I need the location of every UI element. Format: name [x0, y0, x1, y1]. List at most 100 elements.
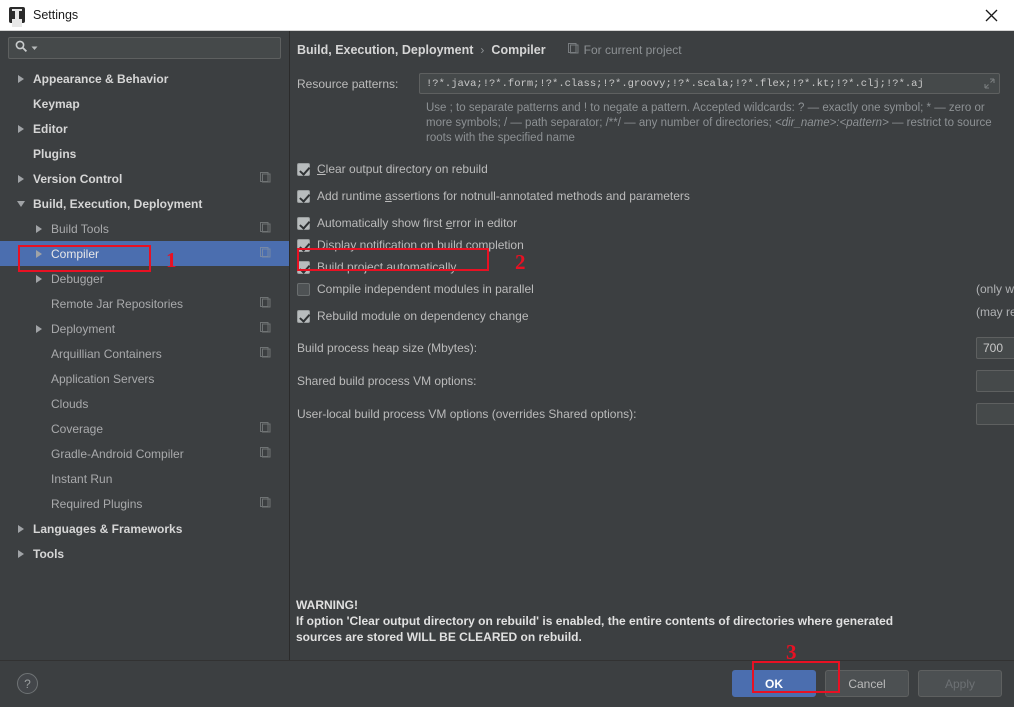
sidebar-item-editor[interactable]: Editor — [0, 116, 289, 141]
sidebar-item-label: Deployment — [51, 321, 116, 336]
sidebar-item-label: Build, Execution, Deployment — [33, 196, 203, 211]
checkbox-row[interactable]: Rebuild module on dependency change — [297, 305, 1000, 327]
sidebar-item-debugger[interactable]: Debugger — [0, 266, 289, 291]
sidebar-item-label: Version Control — [33, 171, 123, 186]
dialog-footer: ? OK Cancel Apply — [0, 660, 1014, 707]
sidebar-item-clouds[interactable]: Clouds — [0, 391, 289, 416]
shared-vm-label: Shared build process VM options: — [297, 374, 477, 388]
sidebar-item-build-tools[interactable]: Build Tools — [0, 216, 289, 241]
compiler-options-list: Clear output directory on rebuild Add run… — [297, 158, 1000, 327]
checkbox-compile-independent-modules-in-parallel[interactable] — [297, 282, 310, 296]
sidebar-search-wrap — [0, 31, 289, 64]
sidebar-item-application-servers[interactable]: Application Servers — [0, 366, 289, 391]
settings-tree[interactable]: Appearance & Behavior Keymap Editor Plugins… — [0, 64, 289, 660]
checkbox-row[interactable]: Clear output directory on rebuild — [297, 158, 1000, 180]
window-title: Settings — [33, 8, 79, 22]
module-scope-icon — [260, 346, 271, 361]
module-scope-icon — [260, 171, 271, 186]
help-icon[interactable]: ? — [17, 673, 38, 694]
breadcrumb: Build, Execution, Deployment › Compiler … — [297, 41, 1000, 59]
sidebar-item-instant-run[interactable]: Instant Run — [0, 466, 289, 491]
sidebar-item-keymap[interactable]: Keymap — [0, 91, 289, 116]
sidebar-item-deployment[interactable]: Deployment — [0, 316, 289, 341]
module-scope-icon — [260, 246, 271, 261]
chevron-right-icon[interactable] — [32, 222, 45, 235]
module-scope-icon — [260, 421, 271, 436]
module-scope-icon — [260, 296, 271, 311]
warning-line-2: sources are stored WILL BE CLEARED on re… — [296, 630, 582, 644]
sidebar-item-plugins[interactable]: Plugins — [0, 141, 289, 166]
breadcrumb-parent: Build, Execution, Deployment — [297, 43, 474, 57]
sidebar-item-arquillian-containers[interactable]: Arquillian Containers — [0, 341, 289, 366]
sidebar-item-label: Debugger — [51, 271, 104, 286]
checkbox-label: Automatically show first error in editor — [317, 216, 518, 230]
search-input[interactable] — [42, 40, 274, 56]
checkbox-row[interactable]: Compile independent modules in parallel — [297, 278, 1000, 300]
user-vm-row: User-local build process VM options (ove… — [297, 403, 1014, 425]
checkbox-build-project-automatically[interactable] — [297, 260, 310, 274]
checkbox-row[interactable]: Add runtime assertions for notnull-annot… — [297, 185, 1000, 207]
chevron-right-icon[interactable] — [32, 247, 45, 260]
sidebar-item-remote-jar-repositories[interactable]: Remote Jar Repositories — [0, 291, 289, 316]
resource-patterns-value: !?*.java;!?*.form;!?*.class;!?*.groovy;!… — [426, 77, 924, 90]
user-vm-input[interactable] — [976, 403, 1014, 425]
scope-note: For current project — [567, 43, 682, 57]
checkbox-automatically-show-first-error-in-editor[interactable] — [297, 216, 310, 230]
checkbox-row[interactable]: Display notification on build completion — [297, 234, 1000, 256]
chevron-down-icon[interactable] — [14, 197, 27, 210]
checkbox-label: Display notification on build completion — [317, 238, 524, 252]
close-icon[interactable] — [968, 0, 1014, 30]
resource-patterns-help: Use ; to separate patterns and ! to nega… — [426, 102, 992, 144]
breadcrumb-current: Compiler — [491, 43, 546, 57]
sidebar-item-gradle-android-compiler[interactable]: Gradle-Android Compiler — [0, 441, 289, 466]
sidebar-item-required-plugins[interactable]: Required Plugins — [0, 491, 289, 516]
intellij-idea-icon — [9, 7, 25, 23]
sidebar-item-label: Compiler — [51, 246, 100, 261]
chevron-right-icon[interactable] — [14, 72, 27, 85]
checkbox-clear-output-directory-on-rebuild[interactable] — [297, 162, 310, 176]
ok-button[interactable]: OK — [732, 670, 816, 697]
sidebar-item-label: Clouds — [51, 396, 89, 411]
checkbox-row[interactable]: Automatically show first error in editor — [297, 212, 1000, 234]
resource-patterns-input[interactable]: !?*.java;!?*.form;!?*.class;!?*.groovy;!… — [419, 73, 1000, 94]
sidebar-item-coverage[interactable]: Coverage — [0, 416, 289, 441]
chevron-right-icon[interactable] — [14, 172, 27, 185]
checkbox-label: Clear output directory on rebuild — [317, 162, 488, 176]
checkbox-add-runtime-assertions-for-notnull-annotated-methods-and-parameters[interactable] — [297, 189, 310, 203]
build-auto-note: (only works while not running / debuggin… — [976, 282, 1014, 296]
sidebar-item-appearance-behavior[interactable]: Appearance & Behavior — [0, 66, 289, 91]
chevron-right-icon[interactable] — [14, 547, 27, 560]
heap-size-input[interactable] — [976, 337, 1014, 359]
sidebar-item-build-execution-deployment[interactable]: Build, Execution, Deployment — [0, 191, 289, 216]
breadcrumb-separator: › — [480, 43, 485, 57]
warning-title: WARNING! — [296, 598, 358, 612]
shared-vm-input[interactable] — [976, 370, 1014, 392]
chevron-right-icon[interactable] — [14, 522, 27, 535]
dialog-button-bar: OK Cancel Apply — [732, 670, 1002, 697]
checkbox-rebuild-module-on-dependency-change[interactable] — [297, 309, 310, 323]
sidebar-item-languages-frameworks[interactable]: Languages & Frameworks — [0, 516, 289, 541]
cancel-button[interactable]: Cancel — [825, 670, 909, 697]
checkbox-display-notification-on-build-completion[interactable] — [297, 238, 310, 252]
sidebar-item-label: Arquillian Containers — [51, 346, 162, 361]
chevron-right-icon[interactable] — [32, 272, 45, 285]
chevron-down-icon[interactable] — [31, 41, 38, 55]
sidebar-item-tools[interactable]: Tools — [0, 541, 289, 566]
heap-size-row: Build process heap size (Mbytes): — [297, 337, 1014, 359]
parallel-note: (may require larger heap size) — [976, 305, 1014, 319]
search-box[interactable] — [8, 37, 281, 59]
chevron-right-icon[interactable] — [14, 122, 27, 135]
expand-field-icon[interactable] — [984, 78, 995, 89]
sidebar-item-label: Tools — [33, 546, 65, 561]
sidebar-item-version-control[interactable]: Version Control — [0, 166, 289, 191]
checkbox-label: Add runtime assertions for notnull-annot… — [317, 189, 690, 203]
sidebar-item-compiler[interactable]: Compiler — [0, 241, 289, 266]
user-vm-label: User-local build process VM options (ove… — [297, 407, 637, 421]
module-scope-icon — [260, 221, 271, 236]
checkbox-row[interactable]: Build project automatically — [297, 256, 1000, 278]
chevron-right-icon[interactable] — [32, 322, 45, 335]
